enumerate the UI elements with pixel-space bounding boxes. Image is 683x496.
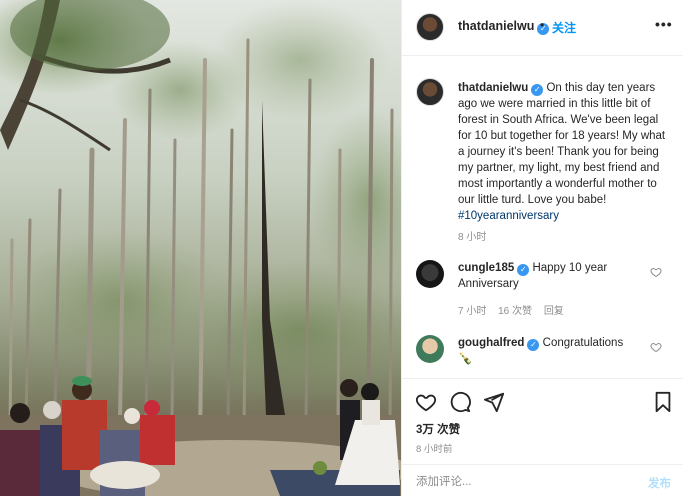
paper-plane-icon[interactable] (483, 391, 505, 413)
caption-timestamp: 8 小时 (458, 232, 487, 243)
separator-dot: • (540, 18, 545, 32)
comment-like-heart-icon[interactable] (650, 341, 662, 353)
comment-meta: 7 小时 16 次赞 回复 (458, 302, 573, 317)
caption-username[interactable]: thatdanielwu (458, 82, 528, 94)
likes-count[interactable]: 3万 次赞 (416, 421, 460, 437)
comment-username[interactable]: cungle185 (458, 262, 514, 274)
comment-text: Congratulations (542, 337, 624, 349)
post-photo[interactable] (0, 0, 401, 496)
post-caption: thatdanielwu ✓ On this day ten years ago … (458, 80, 673, 224)
verified-badge-icon: ✓ (527, 339, 540, 351)
add-comment-bar: 发布 (402, 464, 683, 496)
post-header: thatdanielwu ✓ • 关注 ••• (402, 0, 683, 56)
author-username-text[interactable]: thatdanielwu (458, 19, 534, 33)
author-avatar[interactable] (416, 13, 444, 41)
caption-text: On this day ten years ago we were marrie… (458, 82, 666, 206)
commenter-avatar[interactable] (416, 260, 444, 288)
comment-reply-button[interactable]: 回复 (544, 306, 564, 317)
comment-item: cungle185 ✓ Happy 10 year Anniversary (458, 260, 648, 292)
verified-badge-icon: ✓ (531, 84, 544, 96)
caption-hashtag[interactable]: #10yearanniversary (458, 210, 559, 222)
post-timestamp: 8 小时前 (416, 444, 453, 455)
bookmark-icon[interactable] (652, 391, 674, 413)
comment-item: goughalfred ✓ Congratulations 🍾 (458, 335, 648, 367)
follow-button[interactable]: 关注 (552, 19, 576, 36)
forest-wedding-image (0, 0, 401, 496)
post-actions: 3万 次赞 8 小时前 (402, 378, 683, 458)
comment-like-heart-icon[interactable] (650, 266, 662, 278)
champagne-emoji-icon: 🍾 (458, 353, 473, 365)
comment-input[interactable] (416, 473, 626, 491)
verified-badge-icon: ✓ (517, 264, 530, 276)
comment-username[interactable]: goughalfred (458, 337, 524, 349)
post-comment-button[interactable]: 发布 (648, 475, 671, 491)
author-username[interactable]: thatdanielwu ✓ (458, 19, 550, 35)
comment-time: 7 小时 (458, 306, 487, 317)
more-options-icon[interactable]: ••• (655, 16, 673, 32)
comment-like-count[interactable]: 16 次赞 (498, 306, 532, 317)
post-details-panel: thatdanielwu ✓ • 关注 ••• thatdanielwu ✓ On … (401, 0, 683, 496)
heart-icon[interactable] (415, 391, 437, 413)
comment-bubble-icon[interactable] (449, 391, 471, 413)
commenter-avatar[interactable] (416, 335, 444, 363)
caption-author-avatar[interactable] (416, 78, 444, 106)
